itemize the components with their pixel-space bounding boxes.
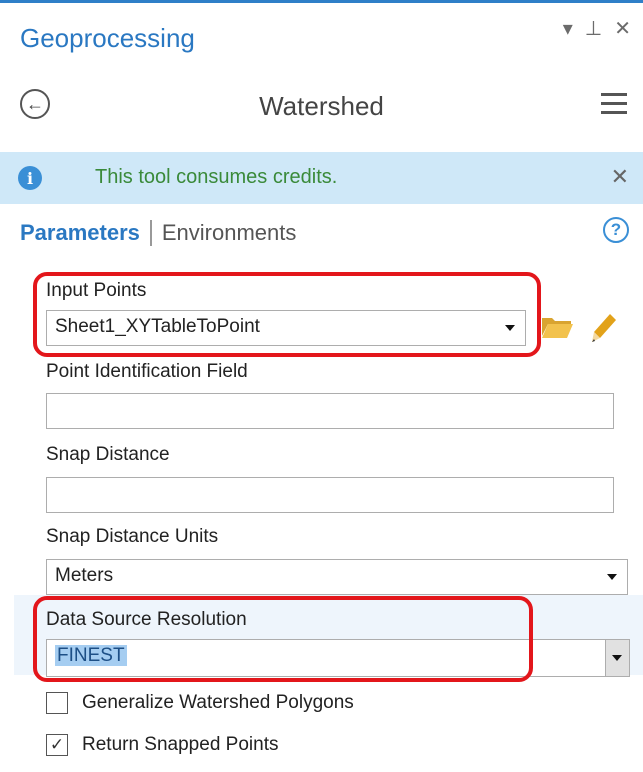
geoprocessing-pane: Geoprocessing ▾ ⊥ ✕ ← Watershed i This t…	[0, 0, 643, 772]
input-points-value: Sheet1_XYTableToPoint	[55, 316, 260, 337]
return-snapped-checkbox[interactable]: ✓	[46, 734, 68, 756]
snap-distance-units-value: Meters	[55, 565, 114, 586]
snap-distance-units-select[interactable]: Meters	[46, 559, 628, 595]
point-id-field-input[interactable]	[46, 393, 614, 429]
pane-options-dropdown-icon[interactable]: ▾	[563, 19, 573, 39]
chevron-down-icon	[612, 655, 622, 661]
tab-bar: Parameters Environments	[20, 220, 296, 246]
tab-parameters[interactable]: Parameters	[20, 220, 140, 246]
data-source-resolution-select[interactable]: FINEST	[46, 639, 630, 677]
info-icon: i	[18, 166, 42, 190]
info-bar: i This tool consumes credits. ✕	[0, 152, 643, 204]
info-close-icon[interactable]: ✕	[611, 164, 629, 190]
snap-distance-units-label: Snap Distance Units	[46, 526, 219, 547]
dropdown-button[interactable]	[605, 640, 629, 676]
pin-icon[interactable]: ⊥	[585, 19, 602, 39]
data-source-resolution-value: FINEST	[55, 645, 127, 666]
info-message: This tool consumes credits.	[95, 166, 338, 188]
pane-title: Geoprocessing	[20, 23, 195, 53]
hamburger-menu-icon[interactable]	[601, 93, 627, 115]
data-source-resolution-label: Data Source Resolution	[46, 609, 247, 630]
tab-divider	[149, 220, 152, 246]
folder-icon[interactable]	[540, 312, 574, 340]
point-id-field-label: Point Identification Field	[46, 361, 248, 382]
help-icon[interactable]: ?	[603, 217, 629, 243]
tab-environments[interactable]: Environments	[162, 220, 297, 246]
generalize-row: Generalize Watershed Polygons	[46, 692, 354, 714]
back-arrow-icon: ←	[26, 93, 44, 114]
tool-title: Watershed	[259, 91, 384, 121]
close-pane-icon[interactable]: ✕	[614, 19, 631, 39]
snap-distance-label: Snap Distance	[46, 444, 170, 465]
back-button[interactable]: ←	[20, 89, 50, 119]
chevron-down-icon	[505, 325, 515, 331]
pencil-icon[interactable]	[590, 312, 618, 344]
input-points-select[interactable]: Sheet1_XYTableToPoint	[46, 310, 526, 346]
pane-controls: ▾ ⊥ ✕	[563, 19, 631, 39]
return-snapped-row: ✓ Return Snapped Points	[46, 734, 278, 756]
generalize-label: Generalize Watershed Polygons	[82, 692, 354, 713]
return-snapped-label: Return Snapped Points	[82, 734, 279, 755]
snap-distance-input[interactable]	[46, 477, 614, 513]
chevron-down-icon	[607, 574, 617, 580]
input-points-label: Input Points	[46, 280, 147, 301]
generalize-checkbox[interactable]	[46, 692, 68, 714]
